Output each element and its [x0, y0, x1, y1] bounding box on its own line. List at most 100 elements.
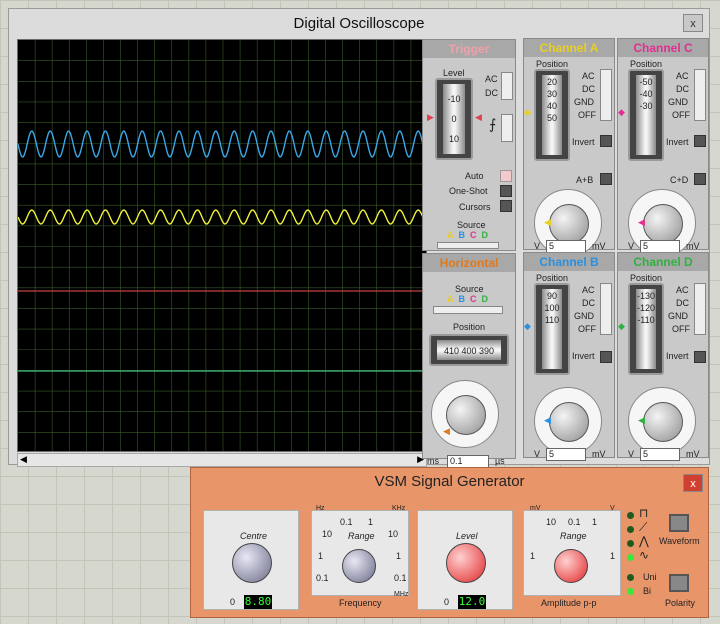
pointer-icon: ◀	[638, 415, 645, 425]
position-label: Position	[453, 322, 486, 332]
frequency-range-knob[interactable]	[342, 549, 376, 583]
source-label: Source	[455, 284, 484, 294]
position-gauge[interactable]: -50 -40 -30	[628, 69, 664, 161]
edge-switch[interactable]	[501, 114, 513, 142]
uni-led[interactable]	[627, 574, 634, 581]
invert-button[interactable]	[600, 135, 612, 147]
chB-panel: Channel B Position 90 100 110 ◆ AC DC GND …	[523, 252, 615, 461]
range-label: Range	[560, 531, 587, 541]
letter-c: C	[470, 230, 477, 240]
invert-label: Invert	[666, 351, 689, 361]
ac-label: AC	[582, 71, 595, 81]
volts-value[interactable]: 5	[640, 448, 680, 461]
sum-button[interactable]	[600, 173, 612, 185]
tick: -30	[639, 101, 653, 111]
channel-title: Channel B	[524, 253, 614, 271]
invert-label: Invert	[572, 137, 595, 147]
range-right-0: 0.1	[394, 573, 407, 583]
volts-knob[interactable]	[643, 204, 683, 244]
dc-label: DC	[485, 88, 498, 98]
volts-value[interactable]: 5	[546, 448, 586, 461]
centre-control: Centre 8.80 0	[203, 510, 299, 610]
tick: -130	[636, 291, 655, 301]
off-label: OFF	[578, 324, 596, 334]
generator-close-button[interactable]: x	[683, 474, 703, 492]
mhz-label: MHz	[394, 591, 409, 598]
letter-c: C	[470, 294, 477, 304]
channel-title: Channel C	[618, 39, 708, 57]
pointer-icon: ◀	[544, 217, 551, 227]
amplitude-range-knob[interactable]	[554, 549, 588, 583]
square-led[interactable]	[627, 512, 634, 519]
sawtooth-led[interactable]	[627, 526, 634, 533]
range-top-0: 10	[322, 529, 333, 539]
sine-led[interactable]	[627, 554, 634, 561]
coupling-switch[interactable]	[600, 69, 612, 121]
volts-knob[interactable]	[643, 402, 683, 442]
dc-label: DC	[676, 84, 689, 94]
letter-a: A	[447, 230, 454, 240]
coupling-switch[interactable]	[694, 283, 706, 335]
volts-knob[interactable]	[549, 402, 589, 442]
position-gauge[interactable]: 90 100 110	[534, 283, 570, 375]
auto-button[interactable]	[500, 170, 512, 182]
oneshot-button[interactable]	[500, 185, 512, 197]
cursors-label: Cursors	[459, 202, 491, 212]
horizontal-scrollbar[interactable]: ◀ ▶	[17, 453, 427, 467]
unit-mv: mV	[686, 449, 700, 459]
off-label: OFF	[672, 324, 690, 334]
timebase-knob[interactable]	[446, 395, 486, 435]
gnd-label: GND	[574, 97, 594, 107]
level-readout: 12.0	[458, 595, 486, 609]
tick: -10	[447, 94, 461, 104]
invert-button[interactable]	[694, 351, 706, 363]
pointer-icon: ◀	[638, 217, 645, 227]
range-label: Range	[348, 531, 375, 541]
invert-button[interactable]	[694, 135, 706, 147]
coupling-switch[interactable]	[501, 72, 513, 100]
window-title: Digital Oscilloscope	[293, 15, 425, 32]
unit-left: ms	[427, 456, 439, 466]
cursors-button[interactable]	[500, 200, 512, 212]
channel-title: Channel A	[524, 39, 614, 57]
unit-right: µs	[495, 456, 505, 466]
tick: 110	[544, 315, 560, 325]
position-label: Position	[536, 59, 569, 69]
volts-knob[interactable]	[549, 204, 589, 244]
source-slider[interactable]	[433, 306, 503, 314]
source-slider[interactable]	[437, 242, 499, 249]
tick: -120	[636, 303, 655, 313]
timebase-dial[interactable]	[431, 380, 499, 448]
invert-button[interactable]	[600, 351, 612, 363]
tick: 10	[448, 134, 459, 144]
horizontal-position-gauge[interactable]: 410 400 390	[429, 334, 509, 366]
scroll-left-icon[interactable]: ◀	[20, 454, 27, 465]
position-gauge[interactable]: 20 30 40 50	[534, 69, 570, 161]
triangle-led[interactable]	[627, 540, 634, 547]
sum-button[interactable]	[694, 173, 706, 185]
trigger-panel: Trigger Level -10 0 10 ▶ ◀ AC DC ⨍ Auto …	[422, 39, 516, 251]
khz-label: KHz	[392, 505, 406, 512]
amp-top-1: 0.1	[568, 517, 581, 527]
trigger-level-gauge[interactable]: -10 0 10	[435, 78, 473, 160]
bi-led[interactable]	[627, 588, 634, 595]
range-top-2: 1	[368, 517, 374, 527]
level-knob[interactable]	[446, 543, 486, 583]
centre-knob[interactable]	[232, 543, 272, 583]
polarity-button[interactable]	[669, 574, 689, 592]
level-label: Level	[443, 68, 465, 78]
letter-d: D	[481, 230, 489, 240]
ac-label: AC	[676, 285, 689, 295]
scope-screen	[17, 39, 427, 452]
coupling-switch[interactable]	[694, 69, 706, 121]
range-left-1: 1	[318, 551, 324, 561]
tick: 410	[443, 346, 459, 356]
uni-label: Uni	[643, 572, 657, 582]
waveform-button[interactable]	[669, 514, 689, 532]
tick: 390	[479, 346, 495, 356]
chD-panel: Channel D Position -130 -120 -110 ◆ AC DC …	[617, 252, 709, 461]
position-gauge[interactable]: -130 -120 -110	[628, 283, 664, 375]
coupling-switch[interactable]	[600, 283, 612, 335]
chC-panel: Channel C Position -50 -40 -30 ◆ AC DC GND…	[617, 38, 709, 257]
close-button[interactable]: x	[683, 14, 703, 32]
